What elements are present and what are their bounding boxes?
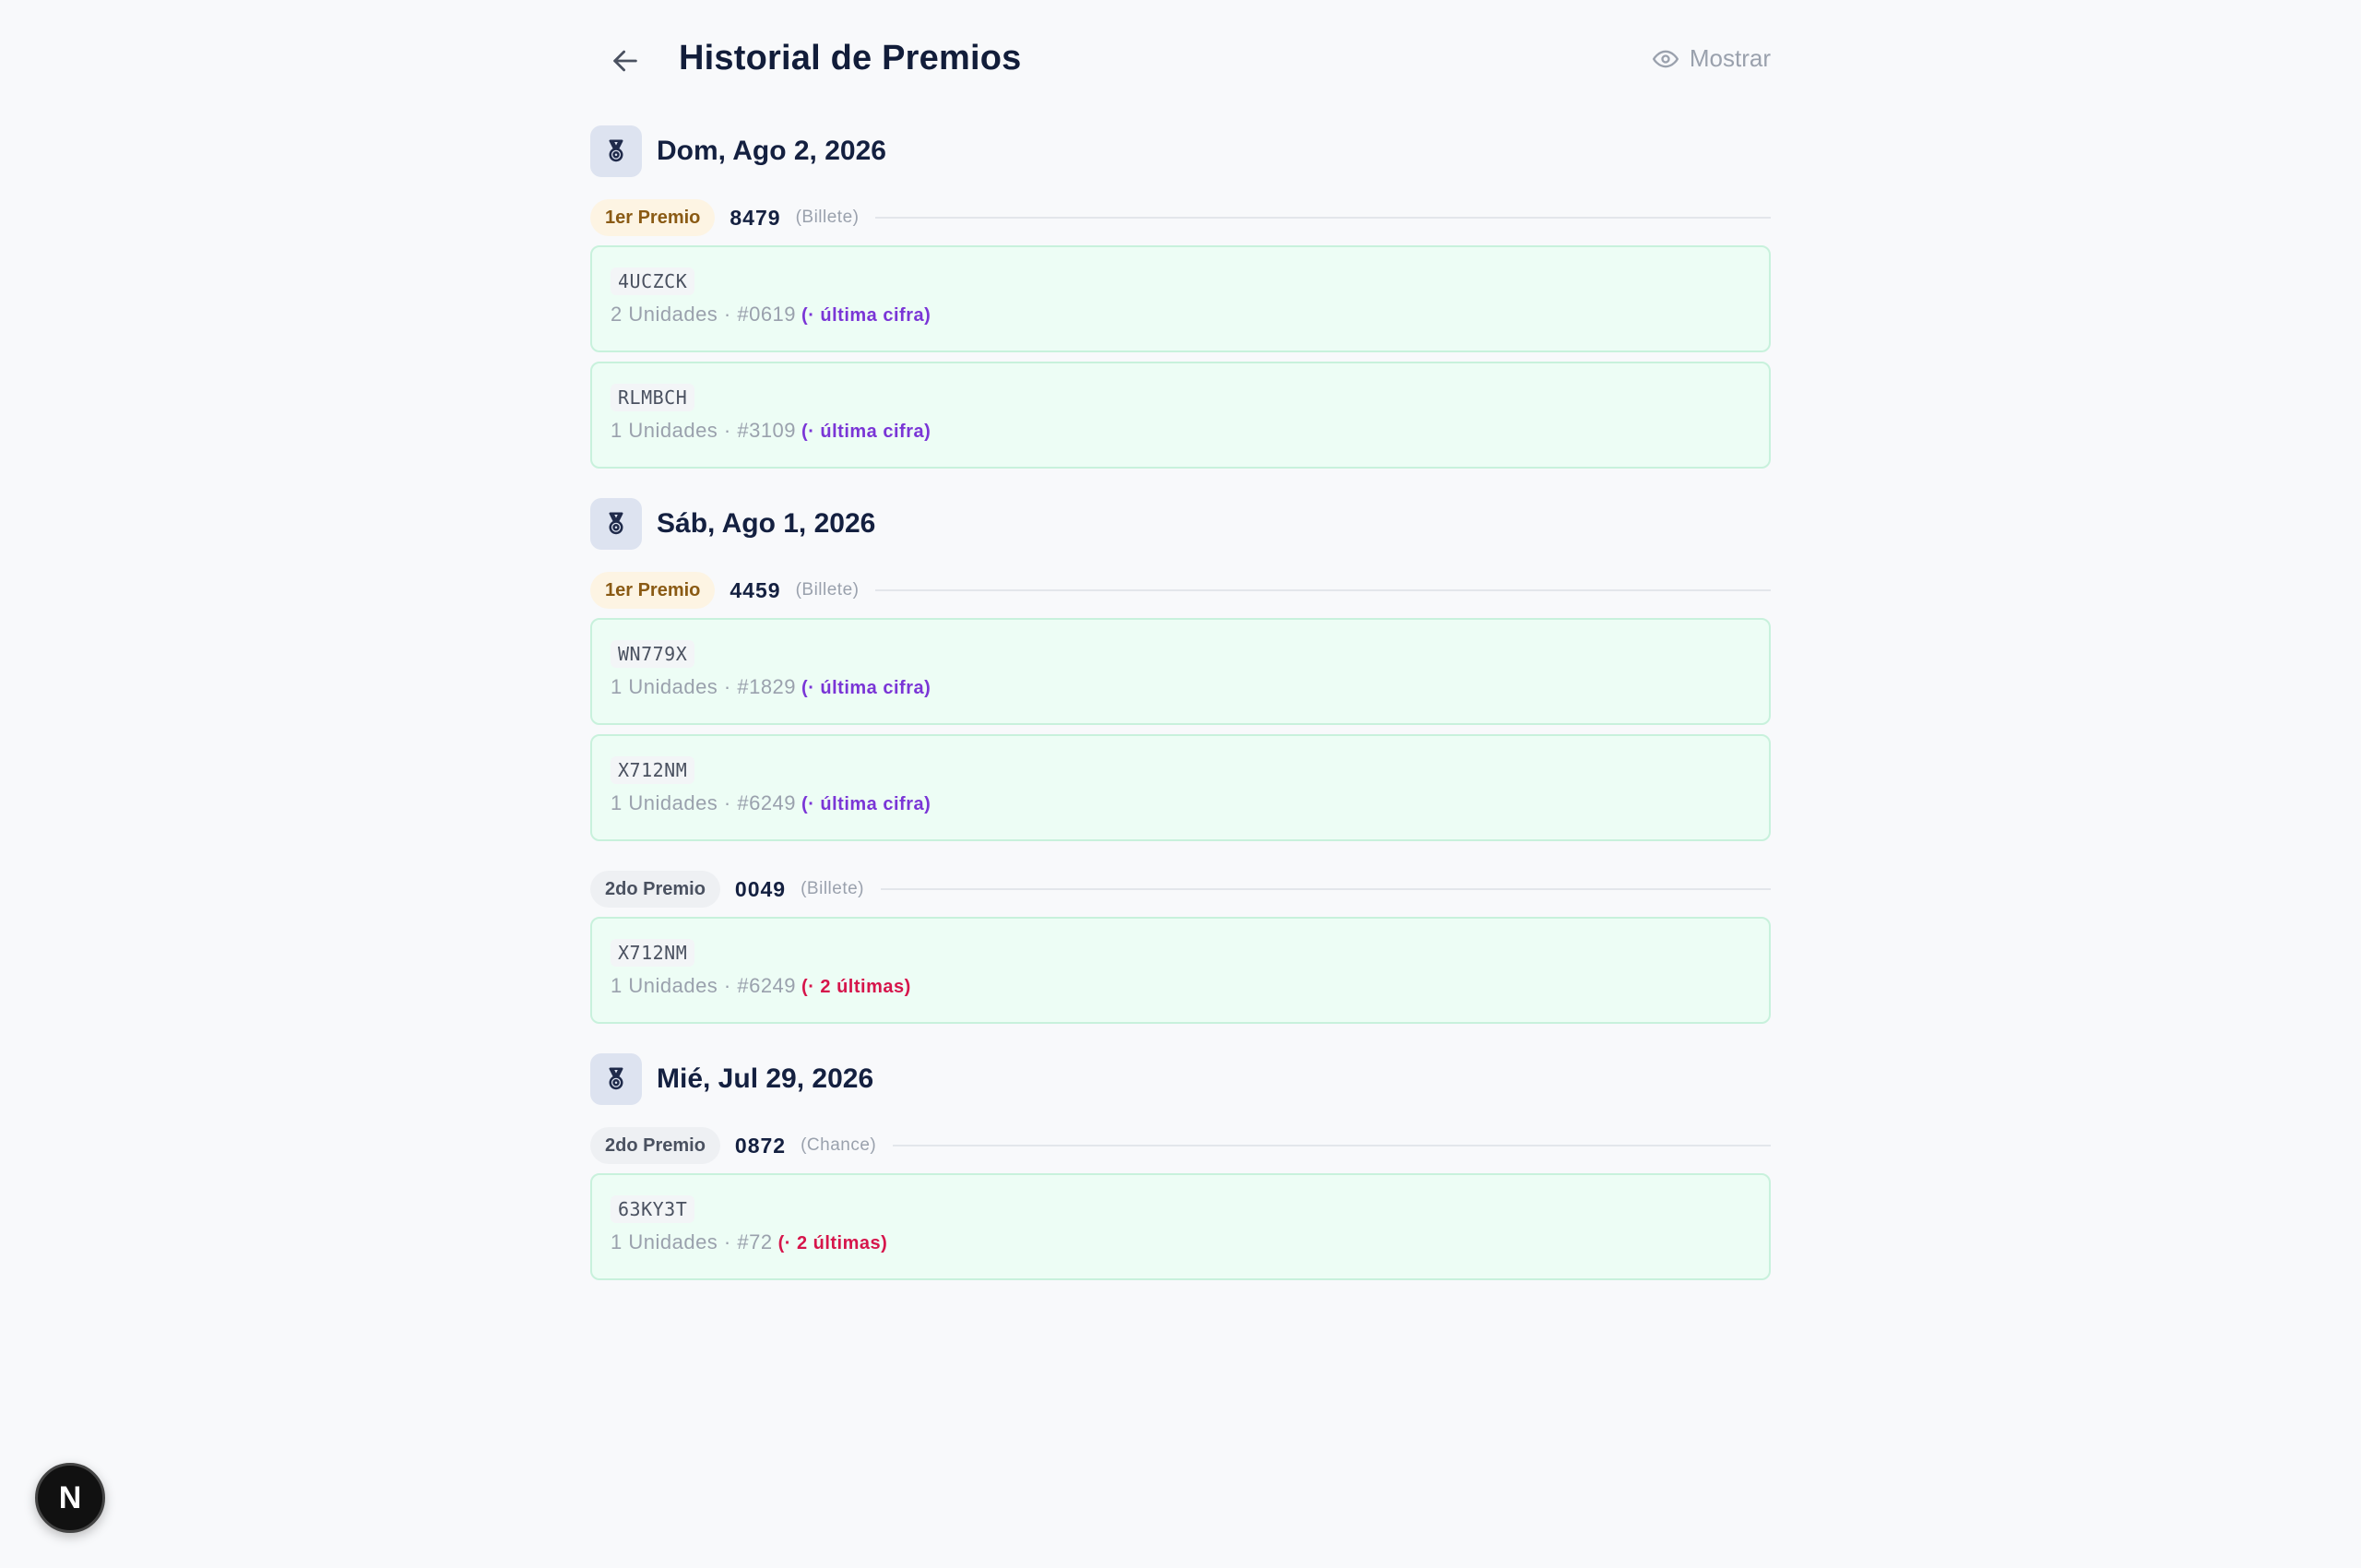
floating-n-badge[interactable]: N bbox=[35, 1463, 105, 1533]
day-date: Mié, Jul 29, 2026 bbox=[657, 1063, 874, 1094]
winning-ticket-card[interactable]: RLMBCH 1 Unidades · #3109 (· última cifra) bbox=[590, 362, 1771, 469]
arrow-left-icon bbox=[613, 50, 637, 72]
match-type: (· última cifra) bbox=[801, 422, 931, 442]
medal-icon bbox=[590, 498, 642, 550]
floating-badge-letter: N bbox=[58, 1479, 82, 1515]
day-group: Dom, Ago 2, 2026 1er Premio 8479 (Billete) 4… bbox=[590, 125, 1771, 498]
ticket-units-number: 1 Unidades · #6249 bbox=[611, 974, 797, 997]
prize-number: 0049 bbox=[734, 876, 787, 901]
prize-row: 2do Premio 0049 (Billete) bbox=[590, 871, 1771, 908]
ticket-meta: 1 Unidades · #6249 (· 2 últimas) bbox=[611, 974, 1750, 998]
ticket-meta: 1 Unidades · #6249 (· última cifra) bbox=[611, 791, 1750, 815]
back-button[interactable] bbox=[601, 37, 649, 85]
ticket-meta: 1 Unidades · #3109 (· última cifra) bbox=[611, 419, 1750, 443]
ticket-code: WN779X bbox=[611, 640, 695, 668]
page-title: Historial de Premios bbox=[679, 39, 1022, 77]
eye-icon bbox=[1652, 50, 1679, 67]
ticket-units-number: 1 Unidades · #6249 bbox=[611, 791, 797, 814]
prize-kind: (Billete) bbox=[801, 879, 864, 898]
winning-ticket-card[interactable]: X712NM 1 Unidades · #6249 (· 2 últimas) bbox=[590, 917, 1771, 1024]
page-header: Historial de Premios Mostrar bbox=[590, 0, 1771, 125]
match-type: (· última cifra) bbox=[801, 305, 931, 326]
day-header: Mié, Jul 29, 2026 bbox=[590, 1053, 1771, 1105]
prize-row: 1er Premio 4459 (Billete) bbox=[590, 572, 1771, 609]
day-group: Mié, Jul 29, 2026 2do Premio 0872 (Chance) 6… bbox=[590, 1053, 1771, 1310]
ticket-code: X712NM bbox=[611, 939, 695, 967]
prize-kind: (Billete) bbox=[795, 208, 860, 227]
medal-icon bbox=[590, 1053, 642, 1105]
prize-rank-badge: 2do Premio bbox=[590, 871, 720, 908]
prize-row: 1er Premio 8479 (Billete) bbox=[590, 199, 1771, 236]
prize-rank-badge: 2do Premio bbox=[590, 1127, 720, 1164]
prize-number: 8479 bbox=[730, 205, 781, 230]
match-type: (· 2 últimas) bbox=[777, 1233, 888, 1253]
prize-rank-badge: 1er Premio bbox=[590, 572, 716, 609]
divider bbox=[881, 888, 1771, 890]
ticket-code: RLMBCH bbox=[611, 384, 695, 411]
ticket-meta: 1 Unidades · #72 (· 2 últimas) bbox=[611, 1230, 1750, 1254]
day-header: Dom, Ago 2, 2026 bbox=[590, 125, 1771, 177]
day-header: Sáb, Ago 1, 2026 bbox=[590, 498, 1771, 550]
ticket-units-number: 1 Unidades · #1829 bbox=[611, 675, 797, 698]
prize-number: 4459 bbox=[730, 577, 781, 602]
winning-ticket-card[interactable]: 63KY3T 1 Unidades · #72 (· 2 últimas) bbox=[590, 1173, 1771, 1280]
ticket-meta: 1 Unidades · #1829 (· última cifra) bbox=[611, 675, 1750, 699]
divider bbox=[893, 1145, 1771, 1146]
prize-number: 0872 bbox=[734, 1133, 787, 1158]
divider bbox=[875, 589, 1771, 591]
day-group: Sáb, Ago 1, 2026 1er Premio 4459 (Billete) W… bbox=[590, 498, 1771, 1053]
show-toggle-button[interactable]: Mostrar bbox=[1652, 44, 1771, 73]
show-toggle-label: Mostrar bbox=[1689, 44, 1771, 72]
ticket-units-number: 1 Unidades · #72 bbox=[611, 1230, 773, 1253]
ticket-units-number: 1 Unidades · #3109 bbox=[611, 419, 797, 442]
page-container: Historial de Premios Mostrar Dom, Ago 2,… bbox=[590, 0, 1771, 1310]
prize-kind: (Billete) bbox=[795, 580, 860, 600]
ticket-meta: 2 Unidades · #0619 (· última cifra) bbox=[611, 303, 1750, 327]
medal-icon bbox=[590, 125, 642, 177]
prize-history-list: Dom, Ago 2, 2026 1er Premio 8479 (Billete) 4… bbox=[590, 125, 1771, 1310]
winning-ticket-card[interactable]: X712NM 1 Unidades · #6249 (· última cifra) bbox=[590, 734, 1771, 841]
ticket-code: 4UCZCK bbox=[611, 267, 695, 295]
winning-ticket-card[interactable]: WN779X 1 Unidades · #1829 (· última cifra) bbox=[590, 618, 1771, 725]
match-type: (· 2 últimas) bbox=[801, 977, 911, 997]
winning-ticket-card[interactable]: 4UCZCK 2 Unidades · #0619 (· última cifra) bbox=[590, 245, 1771, 352]
day-date: Sáb, Ago 1, 2026 bbox=[657, 508, 876, 539]
prize-row: 2do Premio 0872 (Chance) bbox=[590, 1127, 1771, 1164]
ticket-code: X712NM bbox=[611, 756, 695, 784]
prize-rank-badge: 1er Premio bbox=[590, 199, 716, 236]
match-type: (· última cifra) bbox=[801, 678, 931, 698]
day-date: Dom, Ago 2, 2026 bbox=[657, 136, 886, 166]
prize-kind: (Chance) bbox=[801, 1135, 877, 1155]
match-type: (· última cifra) bbox=[801, 794, 931, 814]
ticket-units-number: 2 Unidades · #0619 bbox=[611, 303, 797, 326]
ticket-code: 63KY3T bbox=[611, 1195, 695, 1223]
divider bbox=[875, 217, 1771, 219]
